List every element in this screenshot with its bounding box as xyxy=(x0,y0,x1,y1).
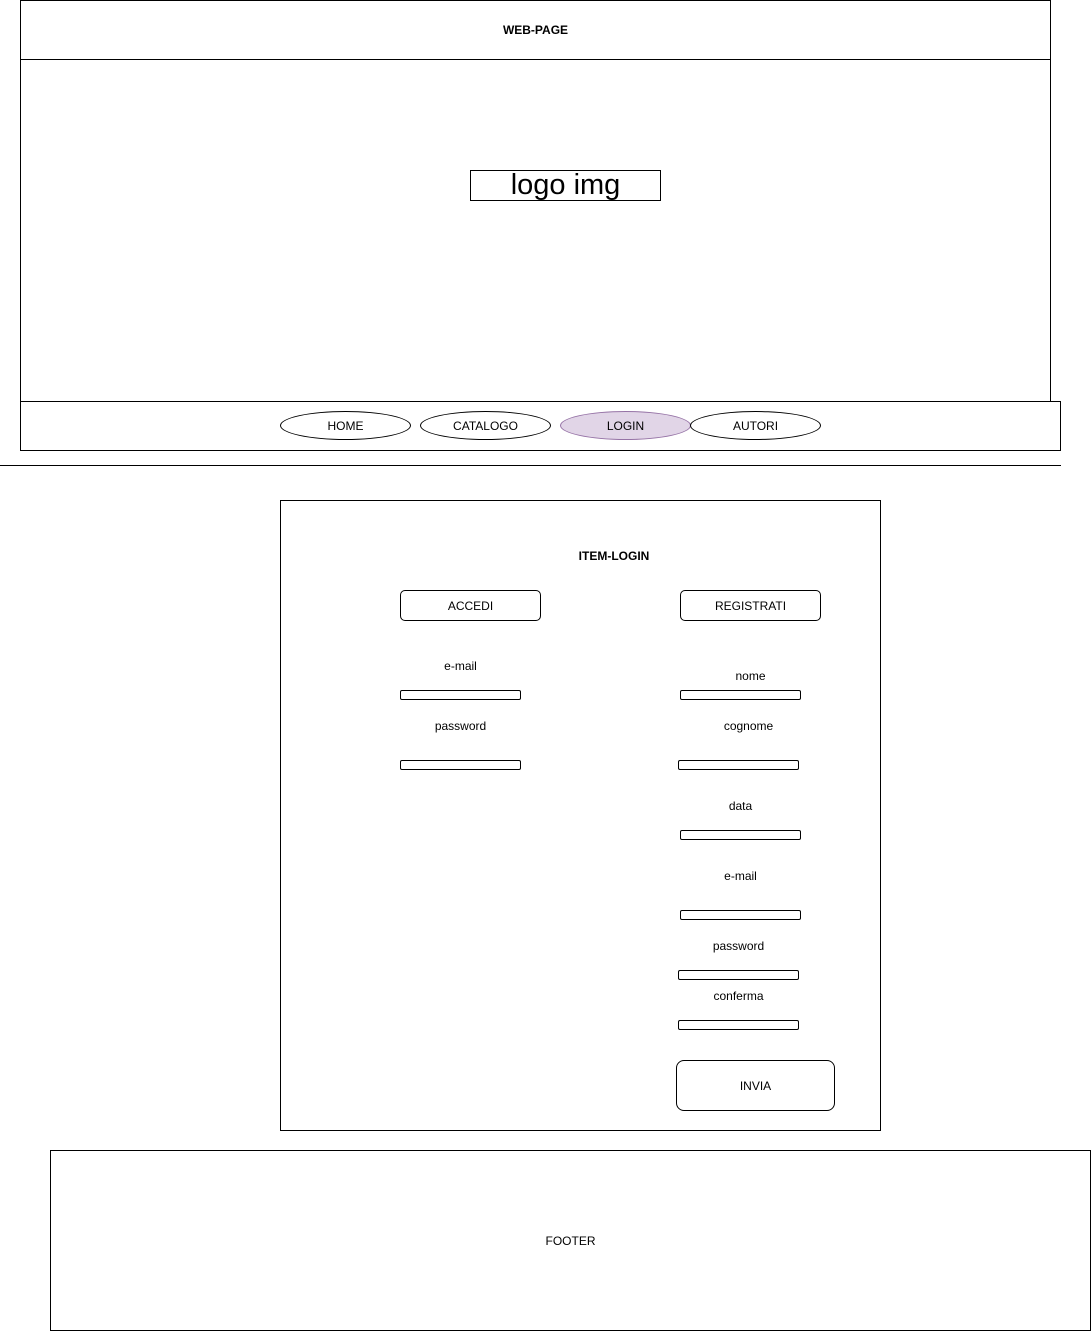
cognome-label: cognome xyxy=(723,719,774,733)
register-password-label: password xyxy=(712,939,765,953)
page: WEB-PAGE logo img HOME CATALOGO LOGIN AU… xyxy=(0,0,1092,1332)
data-label: data xyxy=(728,799,753,813)
nome-label: nome xyxy=(735,669,766,683)
registrati-button[interactable]: REGISTRATI xyxy=(680,590,821,621)
nav-catalogo[interactable]: CATALOGO xyxy=(420,411,551,440)
conferma-input[interactable] xyxy=(678,1020,799,1030)
nome-input[interactable] xyxy=(680,690,801,700)
nav-home[interactable]: HOME xyxy=(280,411,411,440)
login-password-label: password xyxy=(434,719,487,733)
nav-divider xyxy=(0,465,1061,466)
login-title: ITEM-LOGIN xyxy=(578,549,650,563)
nav-autori[interactable]: AUTORI xyxy=(690,411,821,440)
accedi-button[interactable]: ACCEDI xyxy=(400,590,541,621)
data-input[interactable] xyxy=(680,830,801,840)
register-password-input[interactable] xyxy=(678,970,799,980)
footer: FOOTER xyxy=(50,1150,1091,1331)
register-email-input[interactable] xyxy=(680,910,801,920)
login-email-label: e-mail xyxy=(444,659,477,673)
login-password-input[interactable] xyxy=(400,760,521,770)
register-email-label: e-mail xyxy=(724,869,757,883)
page-title: WEB-PAGE xyxy=(20,0,1051,60)
nav-login[interactable]: LOGIN xyxy=(560,411,691,440)
logo-image: logo img xyxy=(470,169,661,201)
invia-button[interactable]: INVIA xyxy=(676,1060,835,1111)
login-email-input[interactable] xyxy=(400,690,521,700)
cognome-input[interactable] xyxy=(678,760,799,770)
conferma-label: conferma xyxy=(713,989,764,1003)
